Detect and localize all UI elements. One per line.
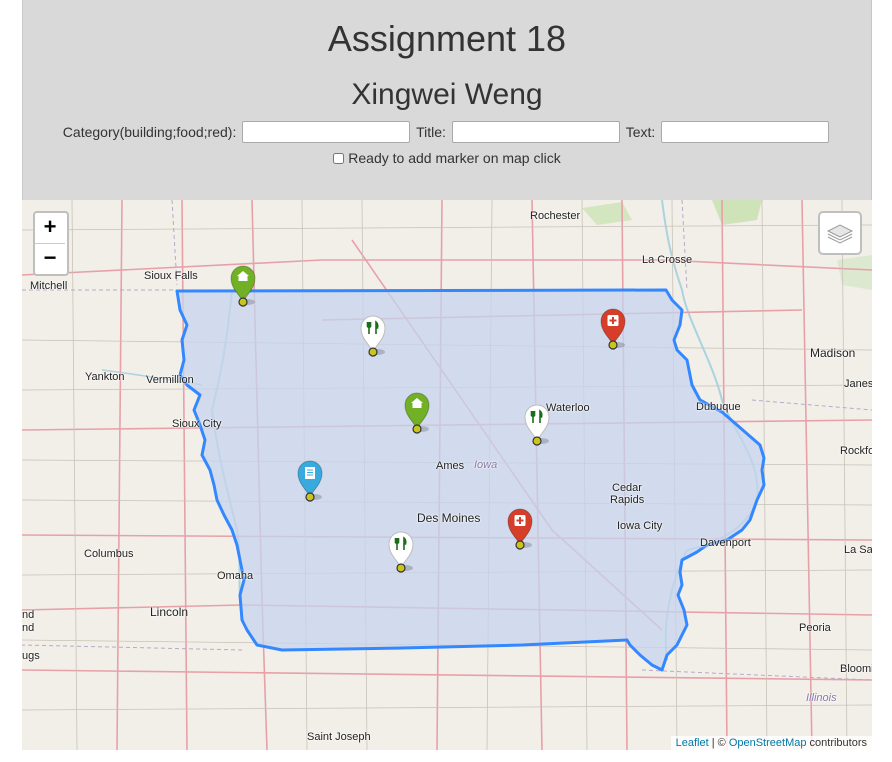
- page-subtitle: Xingwei Weng: [351, 78, 543, 111]
- iowa-state-outline: [175, 288, 766, 672]
- label-rochester: Rochester: [530, 210, 581, 222]
- document-icon: [297, 460, 323, 502]
- label-lincoln: Lincoln: [150, 605, 189, 619]
- ready-checkbox-label[interactable]: Ready to add marker on map click: [348, 150, 560, 166]
- label-davenport: Davenport: [700, 537, 751, 549]
- label-ames: Ames: [436, 460, 465, 472]
- layers-control-button[interactable]: [818, 211, 862, 255]
- label-la-crosse: La Crosse: [642, 254, 693, 266]
- map-attribution: Leaflet | © OpenStreetMap contributors: [670, 736, 872, 750]
- map-marker-red[interactable]: [505, 507, 535, 550]
- label-bloomington: Bloomi: [840, 663, 872, 675]
- plus-icon: [600, 308, 626, 350]
- map-marker-blue[interactable]: [295, 459, 325, 502]
- label-edge-1: nd: [22, 609, 35, 621]
- fork-knife-icon: [524, 404, 550, 446]
- map-view[interactable]: Rochester La Crosse Sioux Falls Mitchell…: [22, 200, 872, 750]
- map-marker-building[interactable]: [228, 264, 258, 307]
- header-panel: Assignment 18 Xingwei Weng Category(buil…: [22, 0, 872, 200]
- zoom-in-button[interactable]: +: [35, 213, 65, 244]
- label-mitchell: Mitchell: [30, 280, 68, 292]
- map-marker-food[interactable]: [522, 403, 552, 446]
- title-input[interactable]: [451, 121, 620, 143]
- layers-icon: [826, 224, 854, 244]
- category-label: Category(building;food;red):: [62, 124, 237, 140]
- map-marker-building[interactable]: [402, 391, 432, 434]
- label-madison: Madison: [810, 346, 856, 360]
- plus-icon: [507, 508, 533, 550]
- attribution-suffix: contributors: [806, 737, 867, 749]
- zoom-out-button[interactable]: −: [35, 244, 65, 274]
- label-iowa-city: Iowa City: [617, 520, 663, 532]
- label-columbus: Columbus: [84, 548, 134, 560]
- label-dubuque: Dubuque: [696, 401, 741, 413]
- label-waterloo: Waterloo: [546, 402, 590, 414]
- label-rockford: Rockfo: [840, 445, 872, 457]
- map-marker-red[interactable]: [598, 307, 628, 350]
- label-edge-2: nd: [22, 622, 35, 634]
- map-marker-food[interactable]: [386, 530, 416, 573]
- category-input[interactable]: [242, 121, 411, 143]
- openstreetmap-link[interactable]: OpenStreetMap: [729, 737, 807, 749]
- label-rapids: Rapids: [610, 494, 645, 506]
- label-edge-3: ugs: [22, 650, 40, 662]
- label-cedar: Cedar: [612, 482, 642, 494]
- map-marker-food[interactable]: [358, 314, 388, 357]
- label-peoria: Peoria: [799, 622, 831, 634]
- fork-knife-icon: [388, 531, 414, 573]
- marker-form: Category(building;food;red): Title: Text…: [23, 121, 871, 147]
- label-yankton: Yankton: [85, 371, 125, 383]
- map-base-layer: [22, 200, 872, 750]
- label-omaha: Omaha: [217, 570, 254, 582]
- fork-knife-icon: [360, 315, 386, 357]
- leaflet-link[interactable]: Leaflet: [676, 737, 709, 749]
- home-icon: [404, 392, 430, 434]
- text-input[interactable]: [661, 121, 830, 143]
- home-icon: [230, 265, 256, 307]
- text-label: Text:: [625, 124, 656, 140]
- zoom-control: + −: [33, 211, 69, 276]
- attribution-separator: | ©: [708, 737, 729, 749]
- label-saint-joseph: Saint Joseph: [307, 731, 371, 743]
- label-sioux-falls: Sioux Falls: [144, 270, 198, 282]
- page-title: Assignment 18: [327, 18, 567, 59]
- label-sioux-city: Sioux City: [172, 418, 222, 430]
- ready-row: Ready to add marker on map click: [23, 150, 871, 166]
- label-illinois-state: Illinois: [806, 692, 837, 704]
- label-la-salle: La Sall: [844, 544, 872, 556]
- label-vermillion: Vermillion: [146, 374, 194, 386]
- title-label: Title:: [416, 124, 446, 140]
- label-des-moines: Des Moines: [417, 511, 481, 525]
- label-iowa-state: Iowa: [474, 459, 498, 471]
- ready-checkbox[interactable]: [333, 153, 345, 164]
- label-janesville: Janesv: [844, 378, 872, 390]
